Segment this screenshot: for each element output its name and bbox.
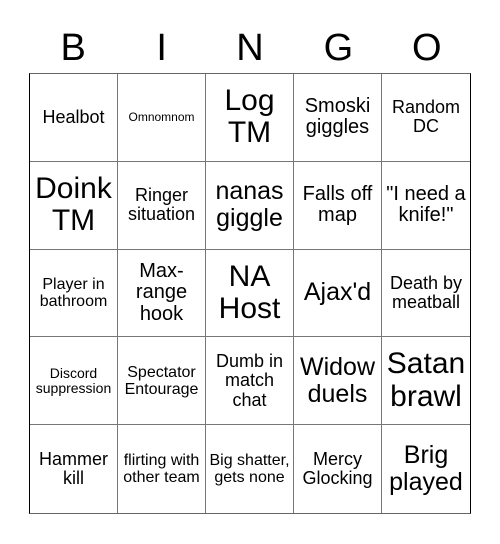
- bingo-cell[interactable]: Brig played: [382, 425, 470, 513]
- bingo-cell[interactable]: Big shatter, gets none: [206, 425, 294, 513]
- bingo-cell[interactable]: Doink TM: [30, 161, 118, 250]
- bingo-cell[interactable]: nanas giggle: [206, 161, 294, 250]
- bingo-header: B I N G O: [29, 20, 471, 72]
- header-letter-i: I: [156, 27, 167, 69]
- header-letter-b: B: [60, 27, 86, 69]
- bingo-cell[interactable]: Random DC: [382, 74, 470, 162]
- bingo-cell[interactable]: Smoski giggles: [294, 74, 382, 162]
- header-letter-n: N: [236, 27, 264, 69]
- bingo-cell[interactable]: Max-range hook: [118, 249, 206, 338]
- bingo-cell[interactable]: Player in bathroom: [30, 249, 118, 338]
- bingo-card-grid: Healbot Omnomnom Log TM Smoski giggles R…: [29, 73, 471, 514]
- bingo-cell[interactable]: Spectator Entourage: [118, 337, 206, 426]
- bingo-cell[interactable]: flirting with other team: [118, 425, 206, 513]
- bingo-cell[interactable]: Ringer situation: [118, 161, 206, 250]
- header-letter-g: G: [323, 27, 354, 69]
- bingo-cell[interactable]: Dumb in match chat: [206, 337, 294, 426]
- bingo-cell[interactable]: "I need a knife!": [382, 162, 470, 250]
- bingo-cell[interactable]: Omnomnom: [118, 74, 206, 162]
- bingo-cell[interactable]: Mercy Glocking: [294, 425, 382, 513]
- bingo-cell[interactable]: Discord suppression: [30, 337, 118, 426]
- bingo-cell[interactable]: Satan brawl: [382, 337, 470, 426]
- bingo-cell[interactable]: Widow duels: [294, 337, 382, 426]
- bingo-cell[interactable]: Healbot: [30, 74, 118, 162]
- bingo-cell[interactable]: Log TM: [206, 74, 294, 162]
- bingo-cell[interactable]: Death by meatball: [382, 250, 470, 338]
- bingo-cell-center[interactable]: NA Host: [206, 249, 294, 338]
- bingo-cell[interactable]: Hammer kill: [30, 425, 118, 513]
- bingo-cell[interactable]: Falls off map: [294, 161, 382, 250]
- header-letter-o: O: [412, 27, 442, 69]
- bingo-cell[interactable]: Ajax'd: [294, 249, 382, 338]
